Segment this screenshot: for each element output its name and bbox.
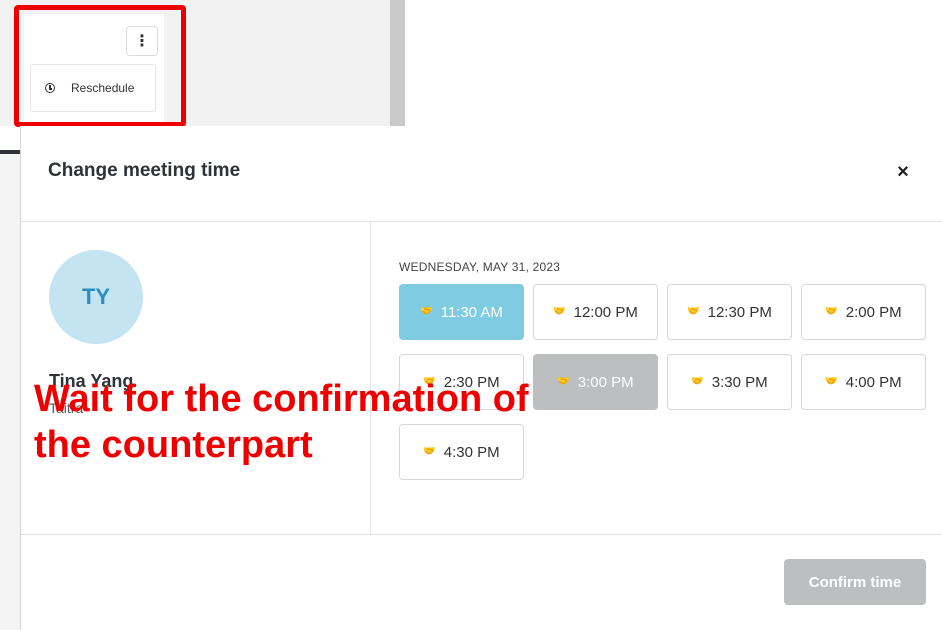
handshake-icon: 🤝 bbox=[687, 305, 700, 317]
avatar: TY bbox=[49, 250, 143, 344]
annotation-line-1: Wait for the confirmation of bbox=[34, 378, 529, 420]
annotation-note: Wait for the confirmation of the counter… bbox=[34, 376, 734, 468]
date-label: WEDNESDAY, MAY 31, 2023 bbox=[399, 260, 561, 274]
time-slot-label: 4:00 PM bbox=[845, 373, 902, 391]
time-slot-label: 2:00 PM bbox=[845, 303, 902, 321]
header-divider bbox=[21, 221, 942, 222]
time-slot[interactable]: 🤝 2:00 PM bbox=[801, 284, 926, 340]
close-button[interactable]: × bbox=[891, 160, 915, 184]
time-slot-label: 12:30 PM bbox=[707, 303, 772, 321]
highlight-box bbox=[14, 5, 186, 127]
time-slot[interactable]: 🤝 12:30 PM bbox=[667, 284, 792, 340]
handshake-icon: 🤝 bbox=[825, 305, 838, 317]
handshake-icon: 🤝 bbox=[825, 375, 838, 387]
handshake-icon: 🤝 bbox=[420, 305, 433, 317]
time-slot[interactable]: 🤝 11:30 AM bbox=[399, 284, 524, 340]
time-slot-label: 12:00 PM bbox=[573, 303, 638, 321]
close-icon: × bbox=[897, 161, 909, 183]
handshake-icon: 🤝 bbox=[553, 305, 566, 317]
background-scrollbar bbox=[390, 0, 405, 126]
footer-divider bbox=[21, 534, 942, 535]
time-slot[interactable]: 🤝 12:00 PM bbox=[533, 284, 658, 340]
annotation-line-2: the counterpart bbox=[34, 424, 313, 466]
time-slot[interactable]: 🤝 4:00 PM bbox=[801, 354, 926, 410]
avatar-initials: TY bbox=[81, 284, 111, 309]
time-slot-label: 11:30 AM bbox=[440, 303, 503, 321]
dialog-title: Change meeting time bbox=[48, 160, 241, 181]
confirm-time-button[interactable]: Confirm time bbox=[784, 559, 926, 605]
